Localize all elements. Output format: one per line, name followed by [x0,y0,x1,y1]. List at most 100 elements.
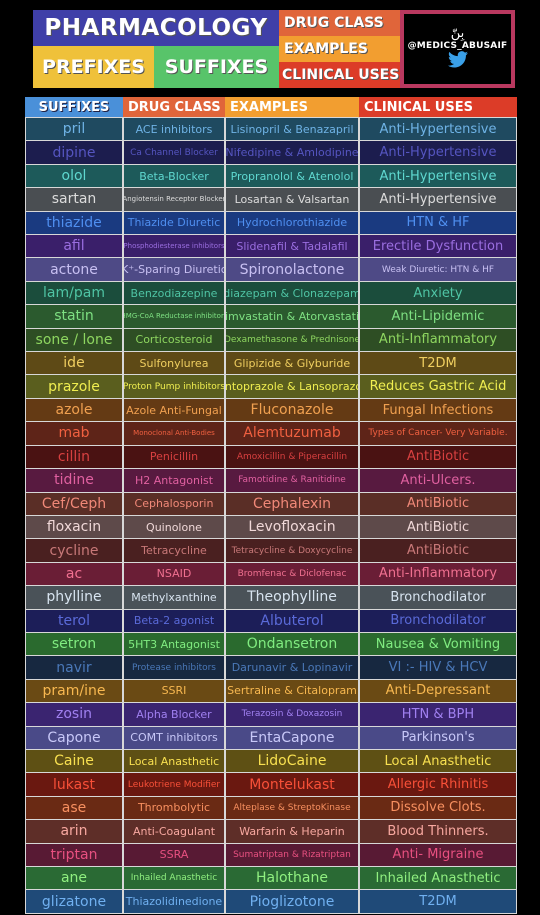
examples-cell: Sertraline & Citalopram [226,679,358,703]
examples-cell: Bromfenac & Diclofenac [226,562,358,586]
drug-class-cell: Tetracycline [124,539,224,562]
table-row: ane Inhailed Anasthetic Halothane Inhailed … [26,867,516,890]
table-row: cycline Tetracycline Tetracycline & Doxycy… [26,539,516,562]
table-row: setron 5HT3 Antagonist Ondansetron Nausea &… [26,632,516,656]
drug-class-cell: Beta-2 agonist [124,609,224,632]
drug-class-cell: Azole Anti-Fungal [124,398,224,422]
table-row: azole Azole Anti-Fungal Fluconazole Fungal … [26,398,516,422]
suffix-cell: tidine [26,469,122,492]
table-row: olol Beta-Blocker Propranolol & Atenolol An… [26,164,516,188]
logo-handle: @MEDICS_ABUSAIF [407,41,508,51]
clinical-use-cell: Types of Cancer- Very Variable. [360,422,516,445]
drug-class-cell: Phosphodiesterase inhibitors [124,235,224,258]
suffix-cell: floxacin [26,515,122,539]
clinical-use-cell: Local Anasthetic [360,749,516,773]
drug-class-cell: Anti-Coagulant [124,820,224,843]
suffix-cell: setron [26,632,122,656]
examples-cell: Famotidine & Ranitidine [226,469,358,492]
drug-class-cell: Ca Channel Blocker [124,141,224,164]
suffix-cell: Caine [26,749,122,773]
drug-class-cell: H2 Antagonist [124,469,224,492]
examples-cell: Levofloxacin [226,515,358,539]
clinical-use-cell: Anti-Inflammatory [360,328,516,352]
suffix-cell: dipine [26,141,122,164]
drug-class-cell: SSRA [124,843,224,866]
examples-cell: Pantoprazole & Lansoprazole [226,375,358,398]
drug-class-cell: Quinolone [124,515,224,539]
examples-cell: Halothane [226,867,358,890]
drug-class-cell: ACE inhibitors [124,118,224,141]
clinical-use-cell: Nausea & Vomiting [360,632,516,656]
clinical-use-cell: Anti-Depressant [360,679,516,703]
table-row: lukast Leukotriene Modifier Montelukast All… [26,773,516,796]
examples-cell: Montelukast [226,773,358,796]
table-row: Caine Local Anasthetic LidoCaine Local Anas… [26,749,516,773]
col-header-drug-class: DRUG CLASS [123,97,225,117]
table-row: actone K⁺-Sparing Diuretic Spironolactone W… [26,258,516,281]
clinical-use-cell: Reduces Gastric Acid [360,375,516,398]
title-banner: PHARMACOLOGY PREFIXES SUFFIXES DRUG CLAS… [33,10,515,88]
clinical-use-cell: Anxiety [360,281,516,305]
suffix-cell: ase [26,796,122,820]
clinical-use-cell: VI :- HIV & HCV [360,656,516,679]
examples-cell: diazepam & Clonazepam [226,281,358,305]
examples-cell: Nifedipine & Amlodipine [226,141,358,164]
drug-class-cell: Alpha Blocker [124,703,224,726]
drug-class-cell: Thiazolidinedione [124,890,224,913]
examples-cell: Amoxicillin & Piperacillin [226,445,358,469]
examples-cell: LidoCaine [226,749,358,773]
table-row: triptan SSRA Sumatriptan & Rizatriptan Anti… [26,843,516,866]
examples-cell: Sumatriptan & Rizatriptan [226,843,358,866]
table-row: sone / lone Corticosteroid Dexamethasone &… [26,328,516,352]
table-row: mab Monoclonal Anti-Bodies Alemtuzumab Type… [26,422,516,445]
examples-cell: Losartan & Valsartan [226,188,358,211]
clinical-use-cell: Blood Thinners. [360,820,516,843]
suffix-cell: lam/pam [26,281,122,305]
clinical-use-cell: Anti-Hypertensive [360,188,516,211]
clinical-use-cell: Anti- Migraine [360,843,516,866]
banner-title: PHARMACOLOGY [33,10,279,46]
examples-cell: Hydrochlorothiazide [226,211,358,235]
col-header-examples: EXAMPLES [225,97,359,117]
suffix-cell: sone / lone [26,328,122,352]
clinical-use-cell: Allergic Rhinitis [360,773,516,796]
drug-class-cell: HMG-CoA Reductase inhibitors [124,305,224,328]
suffix-cell: lukast [26,773,122,796]
suffix-cell: Cef/Ceph [26,492,122,515]
suffix-cell: olol [26,164,122,188]
clinical-use-cell: AntiBiotic [360,539,516,562]
author-logo: بِنّ @MEDICS_ABUSAIF [400,10,515,88]
drug-class-cell: Beta-Blocker [124,164,224,188]
suffix-cell: pram/ine [26,679,122,703]
clinical-use-cell: Anti-Hypertensive [360,164,516,188]
examples-cell: Cephalexin [226,492,358,515]
table-row: Capone COMT inhibitors EntaCapone Parkinson… [26,726,516,749]
clinical-use-cell: Bronchodilator [360,586,516,609]
suffix-cell: ane [26,867,122,890]
drug-class-cell: Benzodiazepine [124,281,224,305]
drug-class-cell: Sulfonylurea [124,352,224,375]
drug-class-cell: Local Anasthetic [124,749,224,773]
clinical-use-cell: T2DM [360,890,516,913]
suffix-cell: sartan [26,188,122,211]
table-row: ase Thrombolytic Alteplase & StreptoKinase… [26,796,516,820]
table-row: arin Anti-Coagulant Warfarin & Heparin Bloo… [26,820,516,843]
banner-examples: EXAMPLES [279,36,400,62]
suffix-cell: prazole [26,375,122,398]
table-row: Cef/Ceph Cephalosporin Cephalexin AntiBioti… [26,492,516,515]
banner-prefixes: PREFIXES [33,46,154,88]
suffix-cell: glizatone [26,890,122,913]
table-row: pril ACE inhibitors Lisinopril & Benazapri… [26,118,516,141]
suffix-cell: arin [26,820,122,843]
drug-class-cell: Monoclonal Anti-Bodies [124,422,224,445]
examples-cell: Spironolactone [226,258,358,281]
table-row: floxacin Quinolone Levofloxacin AntiBiotic [26,515,516,539]
clinical-use-cell: Erectile Dysfunction [360,235,516,258]
table-row: glizatone Thiazolidinedione Pioglizotone T2… [26,890,516,913]
clinical-use-cell: HTN & BPH [360,703,516,726]
suffix-cell: afil [26,235,122,258]
examples-cell: Albuterol [226,609,358,632]
examples-cell: Propranolol & Atenolol [226,164,358,188]
banner-clinical-uses: CLINICAL USES [279,62,400,88]
suffix-cell: navir [26,656,122,679]
